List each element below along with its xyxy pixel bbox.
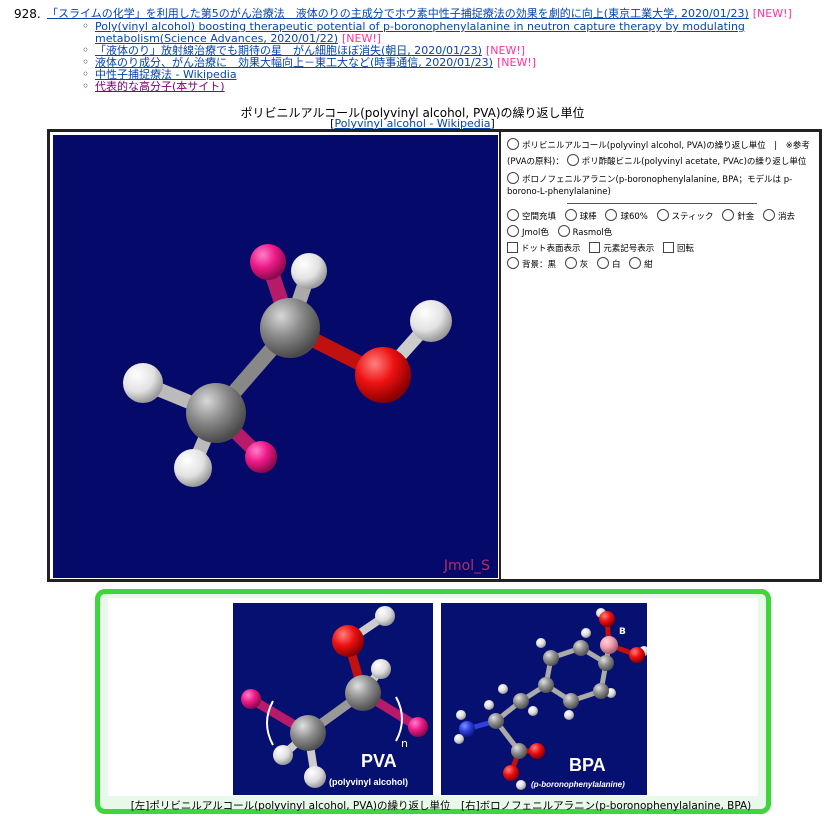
radio-model-bpa[interactable] [507, 172, 519, 184]
radio-style-spacefill[interactable] [507, 209, 519, 221]
color-label: Rasmol色 [572, 228, 613, 238]
checkbox-rotate[interactable] [662, 242, 674, 253]
model-pvac-label: ポリ酢酸ビニル(polyvinyl acetate, PVAc)の繰り返し単位 [581, 157, 807, 167]
toggle-label: ドット表面表示 [521, 244, 581, 254]
bpa-boron-label: B [619, 627, 626, 637]
color-label: Jmol色 [522, 228, 549, 238]
controls-divider [567, 203, 757, 204]
list-item: 代表的な高分子(本サイト) [82, 80, 802, 93]
figure-inner: n PVA (polyvinyl alcohol) B BPA (p-boron… [108, 598, 758, 812]
checkbox-element-labels[interactable] [589, 242, 601, 253]
radio-style-ballstick[interactable] [564, 209, 577, 221]
radio-style-ball60[interactable] [605, 209, 618, 221]
pva-repeat-n: n [401, 737, 408, 750]
bg-label: 背景：黒 [522, 260, 557, 270]
model-bpa-row: ボロノフェニルアラニン(p-boronophenylalanine, BPA；モ… [507, 172, 817, 198]
molecule-3d-view [123, 244, 452, 487]
jmol-frame: Jmol_S ポリビニルアルコール(polyvinyl alcohol, PVA… [47, 129, 822, 582]
news-sublist: Poly(vinyl alcohol) boosting therapeutic… [82, 20, 802, 93]
new-badge: [NEW!] [496, 56, 537, 69]
jmol-watermark: Jmol_S [443, 558, 490, 574]
radio-model-pvac[interactable] [566, 154, 579, 166]
bg-label: 紺 [644, 260, 653, 270]
color-options: Jmol色 Rasmol色 [507, 225, 817, 241]
bg-label: 灰 [579, 260, 589, 270]
radio-bg-gray[interactable] [564, 257, 577, 269]
news-link-science-advances[interactable]: Poly(vinyl alcohol) boosting therapeutic… [95, 20, 745, 45]
radio-bg-black[interactable] [507, 257, 519, 269]
atoms [123, 244, 452, 487]
model-bpa-label: ボロノフェニルアラニン(p-boronophenylalanine, BPA；モ… [507, 175, 793, 197]
style-label: 球60% [620, 212, 648, 222]
style-label: スティック [671, 212, 714, 222]
style-label: 球棒 [579, 212, 597, 222]
pva-molecule-illustration [241, 606, 428, 788]
comparison-figure: n PVA (polyvinyl alcohol) B BPA (p-boron… [95, 589, 771, 814]
radio-color-rasmol[interactable] [557, 225, 570, 237]
radio-model-pva[interactable] [507, 138, 519, 150]
style-label: 空間充填 [522, 212, 557, 222]
pva-image: n PVA (polyvinyl alcohol) [233, 603, 433, 795]
news-link-polymers[interactable]: 代表的な高分子(本サイト) [95, 80, 225, 93]
bg-label: 白 [611, 260, 621, 270]
radio-bg-navy[interactable] [629, 257, 642, 269]
pva-sublabel: (polyvinyl alcohol) [329, 777, 409, 787]
toggle-options: ドット表面表示 元素記号表示 回転 [507, 241, 817, 257]
model-selector: ポリビニルアルコール(polyvinyl alcohol, PVA)の繰り返し単… [507, 138, 817, 170]
new-badge: [NEW!] [752, 7, 792, 20]
pva-label: PVA [361, 751, 397, 771]
background-options: 背景：黒 灰 白 紺 [507, 257, 817, 273]
bpa-sublabel: (p-boronophenylalanine) [531, 780, 625, 789]
news-headline-link[interactable]: 「スライムの化学」を利用した第5のがん治療法 液体のりの主成分でホウ素中性子捕捉… [47, 7, 749, 20]
style-options: 空間充填 球棒 球60% スティック 針金 消去 [507, 209, 817, 225]
radio-style-stick[interactable] [656, 209, 669, 221]
radio-style-erase[interactable] [762, 209, 775, 221]
list-item: Poly(vinyl alcohol) boosting therapeutic… [82, 20, 802, 45]
style-label: 針金 [737, 212, 755, 222]
radio-color-jmol[interactable] [507, 225, 519, 237]
bpa-label: BPA [569, 755, 606, 775]
toggle-label: 元素記号表示 [603, 244, 655, 254]
figure-caption: [左]ポリビニルアルコール(polyvinyl alcohol, PVA)の繰り… [130, 800, 752, 812]
bpa-molecule-illustration [454, 608, 647, 790]
toggle-label: 回転 [676, 244, 694, 254]
jmol-controls: ポリビニルアルコール(polyvinyl alcohol, PVA)の繰り返し単… [507, 138, 817, 273]
news-number: 928. [14, 7, 41, 21]
checkbox-dot-surface[interactable] [507, 242, 518, 253]
radio-bg-white[interactable] [596, 257, 609, 269]
bpa-image: B BPA (p-boronophenylalanine) [441, 603, 647, 795]
style-label: 消去 [777, 212, 795, 222]
jmol-viewer[interactable]: Jmol_S [53, 135, 498, 578]
radio-style-wire[interactable] [722, 209, 735, 221]
frame-divider [499, 132, 501, 579]
